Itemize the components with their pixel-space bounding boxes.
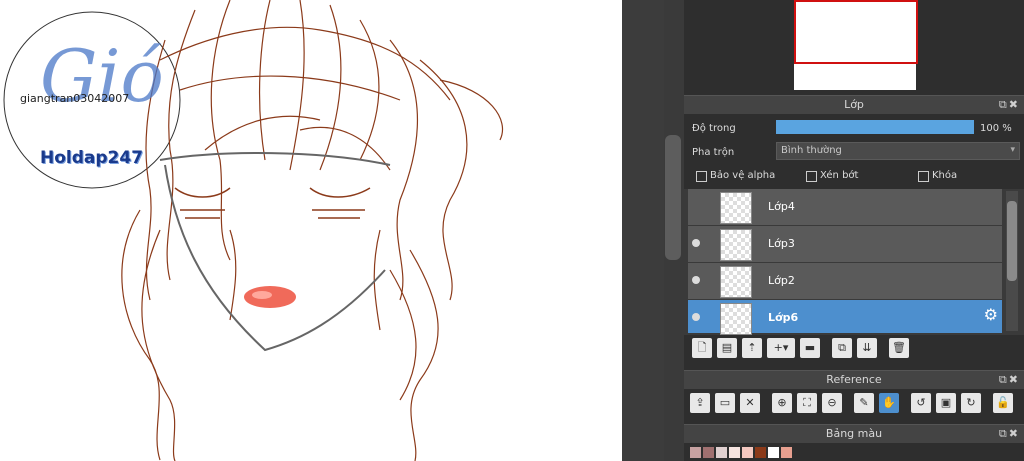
rotate-left-icon[interactable]: ↺ bbox=[911, 393, 931, 413]
layer-row[interactable]: Lớp4 bbox=[688, 189, 1002, 226]
import-layer-icon[interactable]: ⇡ bbox=[742, 338, 762, 358]
visibility-icon[interactable] bbox=[692, 276, 700, 284]
lock-checkbox[interactable] bbox=[918, 171, 929, 182]
right-panel: Lớp ⧉✖ Độ trong 100 % Pha trộn Bình thườ… bbox=[684, 0, 1024, 461]
lock-icon[interactable]: 🔓 bbox=[993, 393, 1013, 413]
new-layer-icon[interactable]: 🗋 bbox=[692, 338, 712, 358]
reference-panel-header: Reference ⧉✖ bbox=[684, 370, 1024, 389]
upload-icon[interactable]: ⇪ bbox=[690, 393, 710, 413]
close-icon[interactable]: ✖ bbox=[1009, 98, 1020, 111]
blend-mode-select[interactable]: Bình thường ▾ bbox=[776, 142, 1020, 160]
color-swatch[interactable] bbox=[703, 447, 714, 458]
layer-row[interactable]: Lớp2 bbox=[688, 263, 1002, 300]
layer-list: Lớp4 Lớp3 Lớp2 Lớp6 ⚙ bbox=[684, 189, 1024, 335]
reset-view-icon[interactable]: ▣ bbox=[936, 393, 956, 413]
layer-name: Lớp4 bbox=[768, 200, 795, 213]
close-icon[interactable]: ✖ bbox=[1009, 373, 1020, 386]
color-swatch[interactable] bbox=[690, 447, 701, 458]
close-reference-icon[interactable]: ✕ bbox=[740, 393, 760, 413]
layer-list-scrollbar-thumb[interactable] bbox=[1007, 201, 1017, 281]
trash-icon[interactable]: 🗑 bbox=[889, 338, 909, 358]
opacity-slider[interactable] bbox=[776, 120, 974, 134]
reference-panel-title: Reference bbox=[826, 373, 882, 386]
new-raster-layer-icon[interactable]: ▤ bbox=[717, 338, 737, 358]
layer-thumbnail bbox=[720, 192, 752, 224]
color-swatch[interactable] bbox=[781, 447, 792, 458]
opacity-label: Độ trong bbox=[692, 123, 736, 134]
open-folder-icon[interactable]: ▭ bbox=[715, 393, 735, 413]
closed-eyes bbox=[174, 187, 371, 219]
layer-name: Lớp2 bbox=[768, 274, 795, 287]
layers-panel-header: Lớp ⧉✖ bbox=[684, 95, 1024, 114]
face-outline bbox=[164, 164, 386, 352]
color-swatch[interactable] bbox=[755, 447, 766, 458]
eyedropper-icon[interactable]: ✎ bbox=[854, 393, 874, 413]
merge-layer-icon[interactable]: ⇊ bbox=[857, 338, 877, 358]
zoom-in-icon[interactable]: ⊕ bbox=[772, 393, 792, 413]
chevron-down-icon: ▾ bbox=[1010, 145, 1015, 155]
canvas-scrollbar-thumb[interactable] bbox=[665, 135, 681, 260]
layer-thumbnail bbox=[720, 303, 752, 335]
palette-panel-header: Bảng màu ⧉✖ bbox=[684, 424, 1024, 443]
add-layer-menu-icon[interactable]: +▾ bbox=[767, 338, 795, 358]
popout-icon[interactable]: ⧉ bbox=[999, 427, 1009, 440]
layer-row[interactable]: Lớp3 bbox=[688, 226, 1002, 263]
visibility-icon[interactable] bbox=[692, 239, 700, 247]
layers-panel-title: Lớp bbox=[844, 98, 864, 111]
navigator-viewport[interactable] bbox=[794, 0, 918, 64]
layer-name: Lớp3 bbox=[768, 237, 795, 250]
blend-label: Pha trộn bbox=[692, 147, 735, 158]
protect-alpha-checkbox[interactable] bbox=[696, 171, 707, 182]
close-icon[interactable]: ✖ bbox=[1009, 427, 1020, 440]
duplicate-layer-icon[interactable]: ⧉ bbox=[832, 338, 852, 358]
navigator-preview[interactable] bbox=[794, 0, 918, 90]
hair-lines bbox=[121, 0, 504, 461]
hand-icon[interactable]: ✋ bbox=[879, 393, 899, 413]
rotate-right-icon[interactable]: ↻ bbox=[961, 393, 981, 413]
fit-icon[interactable]: ⛶ bbox=[797, 393, 817, 413]
layer-thumbnail bbox=[720, 266, 752, 298]
layer-list-scrollbar[interactable] bbox=[1006, 191, 1018, 331]
zoom-out-icon[interactable]: ⊖ bbox=[822, 393, 842, 413]
clipping-checkbox[interactable] bbox=[806, 171, 817, 182]
folder-icon[interactable]: ▬ bbox=[800, 338, 820, 358]
color-swatch[interactable] bbox=[768, 447, 779, 458]
gear-icon[interactable]: ⚙ bbox=[984, 307, 998, 323]
drawing-canvas[interactable]: Gió giangtran03042007 Holdap247 bbox=[0, 0, 622, 461]
lock-label: Khóa bbox=[932, 170, 958, 181]
popout-icon[interactable]: ⧉ bbox=[999, 373, 1009, 386]
palette-panel-title: Bảng màu bbox=[825, 427, 883, 440]
popout-icon[interactable]: ⧉ bbox=[999, 98, 1009, 111]
opacity-slider-fill bbox=[776, 120, 974, 134]
layer-name: Lớp6 bbox=[768, 311, 799, 324]
visibility-icon[interactable] bbox=[692, 313, 700, 321]
opacity-value: 100 % bbox=[980, 123, 1012, 134]
layer-row-selected[interactable]: Lớp6 ⚙ bbox=[688, 300, 1002, 335]
watermark-site: Holdap247 bbox=[40, 148, 144, 168]
blend-mode-value: Bình thường bbox=[781, 145, 842, 156]
color-swatch[interactable] bbox=[742, 447, 753, 458]
color-swatch[interactable] bbox=[716, 447, 727, 458]
watermark-user: giangtran03042007 bbox=[20, 92, 130, 105]
color-swatch[interactable] bbox=[729, 447, 740, 458]
head-line bbox=[159, 152, 391, 166]
layer-thumbnail bbox=[720, 229, 752, 261]
clipping-label: Xén bớt bbox=[820, 170, 859, 181]
protect-alpha-label: Bảo vệ alpha bbox=[710, 170, 776, 181]
